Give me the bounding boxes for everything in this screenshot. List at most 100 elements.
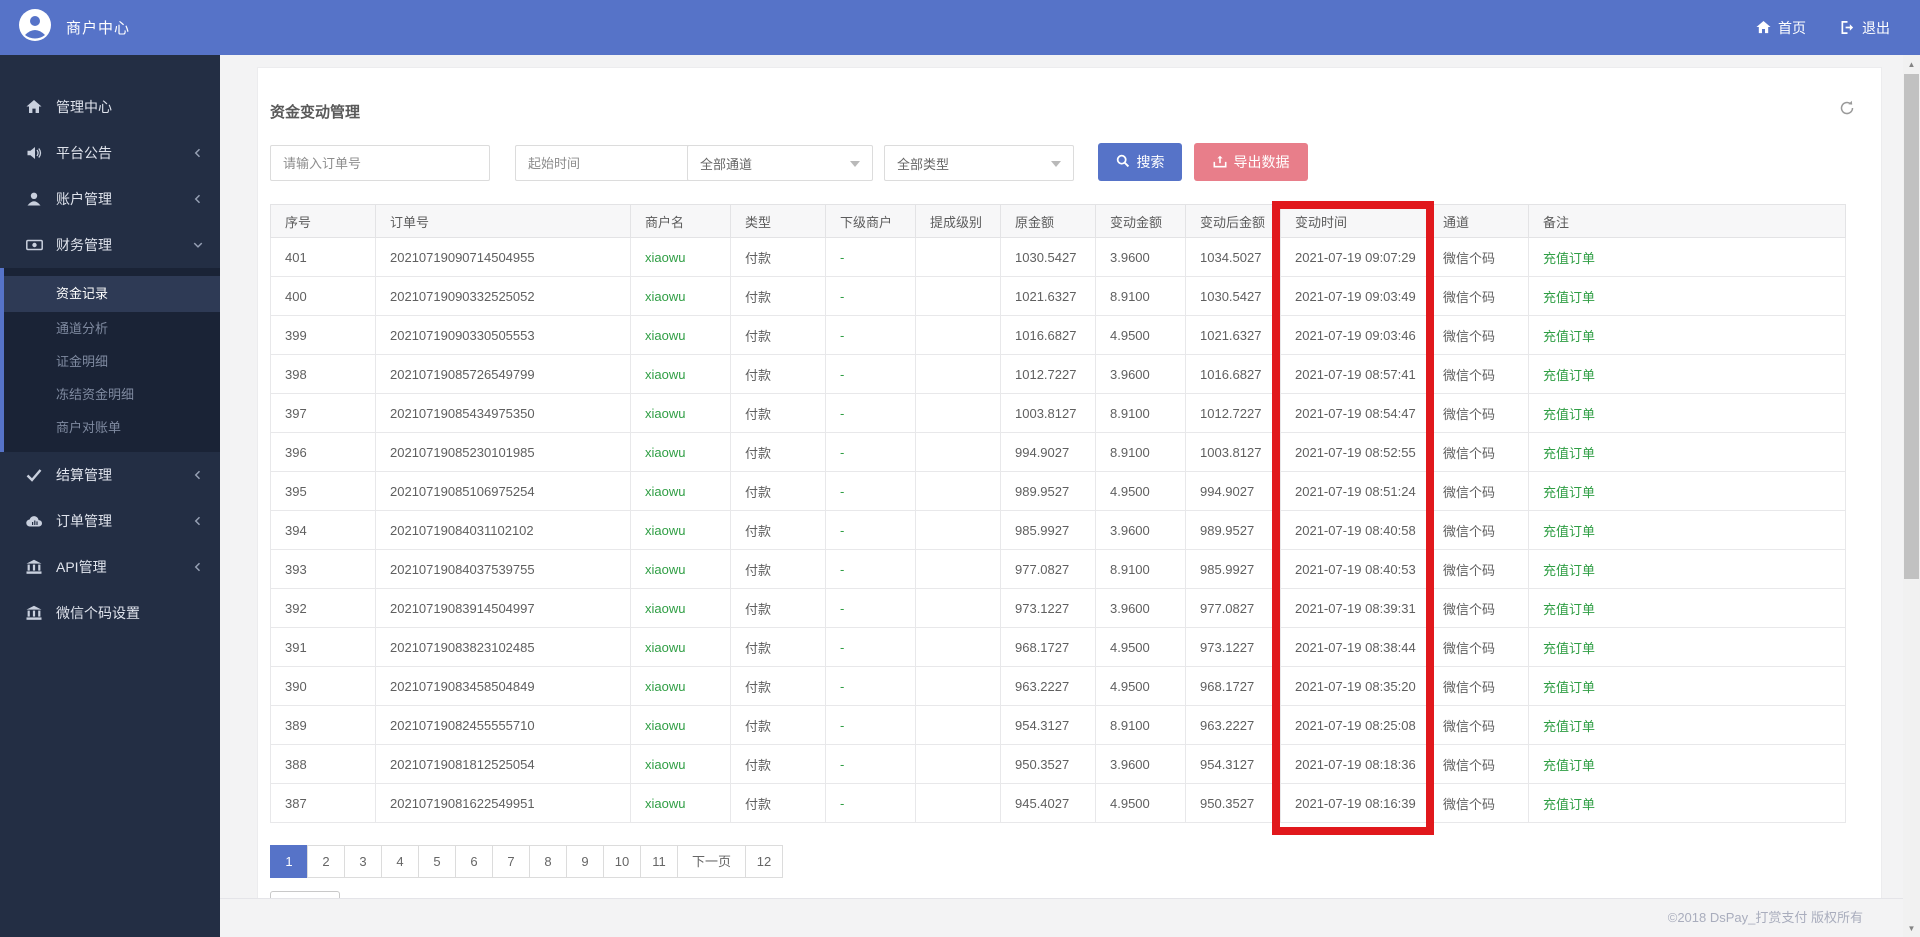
cell-change_time: 2021-07-19 08:54:47 [1280,393,1429,433]
table-row: 398 20210719085726549799 xiaowu 付款 - 1012.722… [270,354,1846,394]
cell-index: 389 [270,705,376,745]
cell-sub_merchant: - [825,510,916,550]
cell-type: 付款 [730,432,826,472]
table-row: 401 20210719090714504955 xiaowu 付款 - 1030.542… [270,237,1846,277]
table-row: 390 20210719083458504849 xiaowu 付款 - 963.2227… [270,666,1846,706]
cell-order_no: 20210719085434975350 [375,393,631,433]
cell-commission_level [915,471,1001,511]
cell-commission_level [915,588,1001,628]
channel-select-value: 全部通道 [700,156,753,172]
cell-type: 付款 [730,276,826,316]
sidebar-item-label: 财务管理 [56,237,112,253]
scroll-down-arrow-icon[interactable]: ▼ [1903,924,1920,933]
cell-remark: 充值订单 [1528,471,1846,511]
search-button-label: 搜索 [1136,154,1165,170]
sidebar-submenu-finance: 资金记录 通道分析 证金明细 冻结资金明细 商户对账单 [0,268,220,452]
cell-remark: 充值订单 [1528,627,1846,667]
cell-change_time: 2021-07-19 08:40:53 [1280,549,1429,589]
sidebar-item-wechat-code-settings[interactable]: 微信个码设置 [0,590,220,636]
sidebar-item-label: 管理中心 [56,99,112,115]
cell-remark: 充值订单 [1528,510,1846,550]
cell-merchant: xiaowu [630,588,731,628]
sidebar-item-order-manage[interactable]: 订单管理 [0,498,220,544]
cell-original_amount: 994.9027 [1000,432,1096,472]
cell-change_amount: 3.9600 [1095,237,1186,277]
cell-index: 390 [270,666,376,706]
sidebar-item-label: 平台公告 [56,145,112,161]
home-link[interactable]: 首页 [1756,18,1806,38]
table-row: 387 20210719081622549951 xiaowu 付款 - 945.4027… [270,783,1846,823]
scroll-up-arrow-icon[interactable]: ▲ [1903,60,1920,69]
scrollbar-thumb[interactable] [1904,74,1919,579]
page-button-1[interactable]: 1 [270,845,308,878]
brand[interactable]: 商户中心 [0,8,130,47]
cell-type: 付款 [730,471,826,511]
cell-remark: 充值订单 [1528,549,1846,589]
cell-merchant: xiaowu [630,783,731,823]
app-window: 商户中心 首页 退出 管理中心平台公告账户管理财务管理 资金记录 通道分析 证金明细… [0,0,1920,937]
cell-after_amount: 963.2227 [1185,705,1281,745]
search-button[interactable]: 搜索 [1098,143,1182,181]
sidebar-item-admin-center[interactable]: 管理中心 [0,84,220,130]
cell-after_amount: 1003.8127 [1185,432,1281,472]
table-row: 397 20210719085434975350 xiaowu 付款 - 1003.812… [270,393,1846,433]
page-button-6[interactable]: 6 [455,845,493,878]
chevron-left-icon [192,515,204,527]
sidebar-subitem-channel-analysis[interactable]: 通道分析 [4,312,220,345]
cell-sub_merchant: - [825,471,916,511]
export-icon [1213,154,1227,171]
sidebar-item-account-manage[interactable]: 账户管理 [0,176,220,222]
page-button-5[interactable]: 5 [418,845,456,878]
sidebar-subitem-deposit-detail[interactable]: 证金明细 [4,345,220,378]
cell-index: 397 [270,393,376,433]
page-button-4[interactable]: 4 [381,845,419,878]
cell-original_amount: 977.0827 [1000,549,1096,589]
cell-change_time: 2021-07-19 08:40:58 [1280,510,1429,550]
refresh-icon[interactable] [1839,100,1855,121]
page-button-10[interactable]: 10 [603,845,641,878]
sidebar-subitem-frozen-fund-detail[interactable]: 冻结资金明细 [4,378,220,411]
chevron-down-icon [1051,161,1061,167]
next-page-button[interactable]: 下一页 [677,845,747,878]
cell-merchant: xiaowu [630,705,731,745]
cell-channel: 微信个码 [1428,510,1529,550]
page-button-12[interactable]: 12 [745,845,784,878]
logout-link[interactable]: 退出 [1840,18,1890,38]
cell-order_no: 20210719090332525052 [375,276,631,316]
sidebar-subitem-fund-records[interactable]: 资金记录 [4,276,220,312]
page-size-select[interactable] [270,891,340,898]
export-button[interactable]: 导出数据 [1194,143,1308,181]
cell-order_no: 20210719085230101985 [375,432,631,472]
page-button-8[interactable]: 8 [529,845,567,878]
vertical-scrollbar[interactable]: ▲ ▼ [1903,55,1920,937]
type-select[interactable]: 全部类型 [884,145,1074,181]
sidebar-item-label: 微信个码设置 [56,605,140,621]
table-row: 389 20210719082455555710 xiaowu 付款 - 954.3127… [270,705,1846,745]
cell-change_time: 2021-07-19 08:16:39 [1280,783,1429,823]
page-button-11[interactable]: 11 [640,845,678,878]
sidebar-subitem-merchant-statement[interactable]: 商户对账单 [4,411,220,444]
page-button-9[interactable]: 9 [566,845,604,878]
chevron-left-icon [192,193,204,205]
cell-sub_merchant: - [825,783,916,823]
cloud-icon [26,513,43,529]
cell-change_amount: 4.9500 [1095,783,1186,823]
sidebar-item-api-manage[interactable]: API管理 [0,544,220,590]
table-row: 391 20210719083823102485 xiaowu 付款 - 968.1727… [270,627,1846,667]
page-button-7[interactable]: 7 [492,845,530,878]
cell-type: 付款 [730,315,826,355]
cell-change_amount: 3.9600 [1095,354,1186,394]
cell-channel: 微信个码 [1428,471,1529,511]
sidebar-item-settlement-manage[interactable]: 结算管理 [0,452,220,498]
cell-order_no: 20210719090330505553 [375,315,631,355]
cell-change_time: 2021-07-19 08:52:55 [1280,432,1429,472]
page-button-2[interactable]: 2 [307,845,345,878]
channel-select[interactable]: 全部通道 [687,145,873,181]
sidebar-item-label: 订单管理 [56,513,112,529]
cell-type: 付款 [730,705,826,745]
cell-sub_merchant: - [825,432,916,472]
sidebar-item-platform-notice[interactable]: 平台公告 [0,130,220,176]
order-number-input[interactable] [270,145,490,181]
sidebar-item-finance-manage[interactable]: 财务管理 [0,222,220,268]
page-button-3[interactable]: 3 [344,845,382,878]
